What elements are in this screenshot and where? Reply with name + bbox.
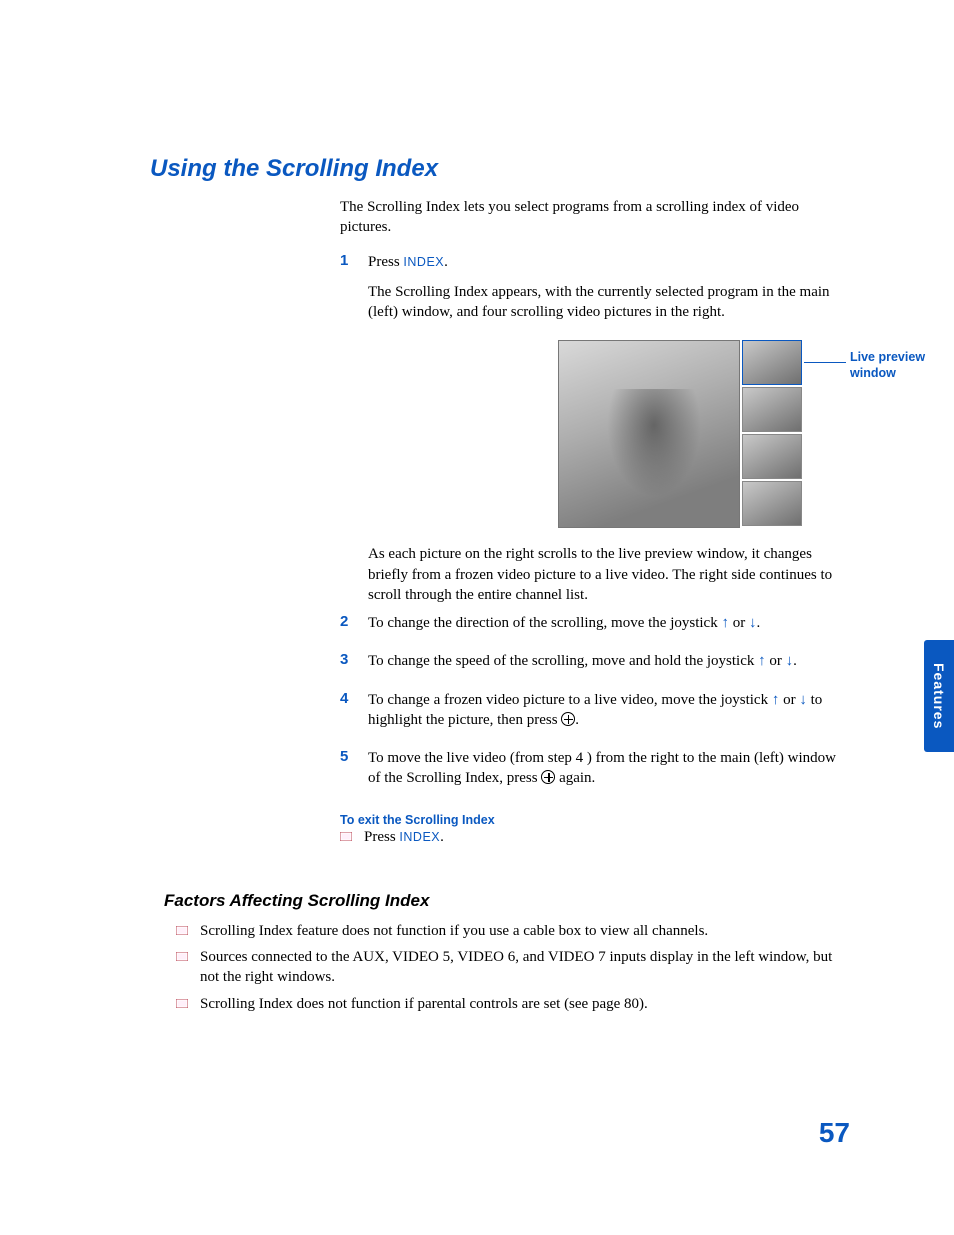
bullet-text: Press INDEX. <box>364 827 444 847</box>
step-number: 5 <box>340 748 354 799</box>
step: 5 To move the live video (from step 4 ) f… <box>340 748 850 799</box>
callout-leader-line <box>804 362 846 363</box>
bullet-icon <box>176 926 188 935</box>
step-number: 2 <box>340 613 354 643</box>
ordered-steps: 1Press INDEX.The Scrolling Index appears… <box>340 252 850 799</box>
step-body: Press INDEX.The Scrolling Index appears,… <box>368 252 850 333</box>
page-number: 57 <box>800 1117 850 1149</box>
bullet-item: Sources connected to the AUX, VIDEO 5, V… <box>176 947 854 988</box>
callout-label: Live preview window <box>850 350 954 381</box>
after-image-paragraph: As each picture on the right scrolls to … <box>340 544 850 605</box>
step: 1Press INDEX.The Scrolling Index appears… <box>340 252 850 333</box>
command-text: INDEX <box>403 255 444 269</box>
command-text: INDEX <box>399 830 440 844</box>
step-number: 4 <box>340 690 354 741</box>
thumbnail-image <box>742 387 802 432</box>
thumbnail-image <box>742 340 802 385</box>
step-number: 3 <box>340 651 354 681</box>
bullet-item: Press INDEX. <box>340 827 850 847</box>
step: 4 To change a frozen video picture to a l… <box>340 690 850 741</box>
factors-heading: Factors Affecting Scrolling Index <box>164 891 854 911</box>
press-center-icon <box>561 712 575 726</box>
side-tab-features: Features <box>924 640 954 752</box>
step-body: To change the speed of the scrolling, mo… <box>368 651 850 681</box>
factors-list: Scrolling Index feature does not functio… <box>176 921 854 1014</box>
arrow-up-icon: ↑ <box>772 692 780 708</box>
arrow-down-icon: ↓ <box>749 615 757 631</box>
arrow-down-icon: ↓ <box>786 653 794 669</box>
sub-heading-exit: To exit the Scrolling Index <box>340 813 854 827</box>
exit-bullet-list: Press INDEX. <box>340 827 850 847</box>
scrolling-index-illustration: Live preview window <box>558 340 850 528</box>
step: 3 To change the speed of the scrolling, m… <box>340 651 850 681</box>
bullet-icon <box>340 832 352 841</box>
step-number: 1 <box>340 252 354 333</box>
side-tab-label: Features <box>931 663 947 729</box>
press-center-icon <box>541 770 555 784</box>
step-body: To change the direction of the scrolling… <box>368 613 850 643</box>
bullet-icon <box>176 999 188 1008</box>
bullet-item: Scrolling Index feature does not functio… <box>176 921 854 941</box>
arrow-down-icon: ↓ <box>799 692 807 708</box>
bullet-icon <box>176 952 188 961</box>
bullet-text: Scrolling Index feature does not functio… <box>200 921 708 941</box>
arrow-up-icon: ↑ <box>721 615 729 631</box>
section-heading: Using the Scrolling Index <box>150 155 854 183</box>
arrow-up-icon: ↑ <box>758 653 766 669</box>
thumbnail-image <box>742 481 802 526</box>
thumbnail-image <box>742 434 802 479</box>
step: 2 To change the direction of the scrollin… <box>340 613 850 643</box>
step-body: To move the live video (from step 4 ) fr… <box>368 748 850 799</box>
main-preview-image <box>558 340 740 528</box>
step-body: To change a frozen video picture to a li… <box>368 690 850 741</box>
bullet-text: Sources connected to the AUX, VIDEO 5, V… <box>200 947 854 988</box>
bullet-item: Scrolling Index does not function if par… <box>176 994 854 1014</box>
bullet-text: Scrolling Index does not function if par… <box>200 994 648 1014</box>
intro-paragraph: The Scrolling Index lets you select prog… <box>340 197 850 238</box>
